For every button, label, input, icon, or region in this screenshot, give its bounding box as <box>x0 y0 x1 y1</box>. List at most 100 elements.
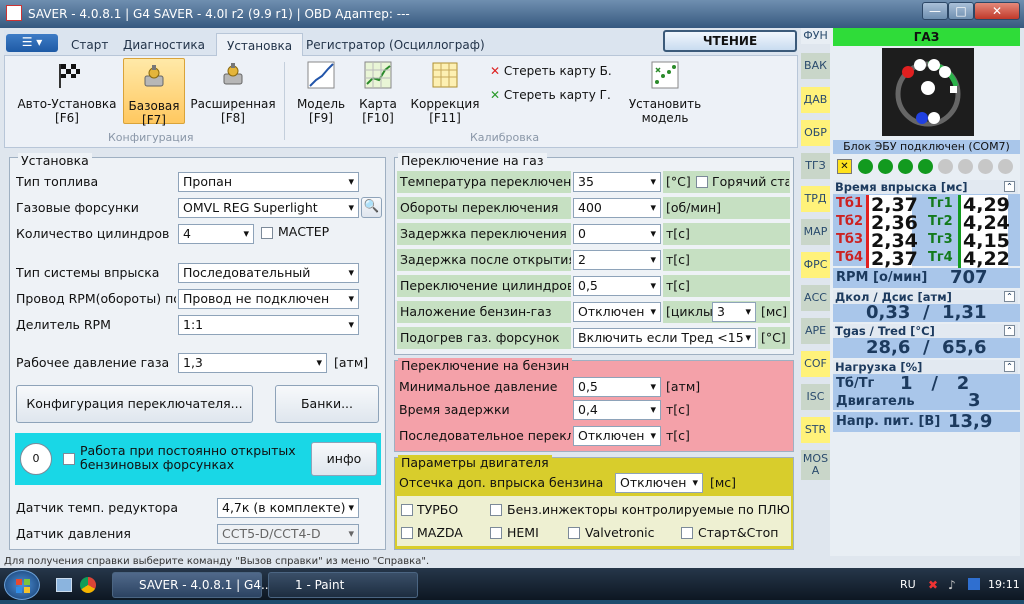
fuel-type-select[interactable]: Пропан <box>178 172 359 192</box>
pin-icon[interactable]: ⌃ <box>1004 291 1015 302</box>
pressure-sensor-select[interactable]: CCT5-D/CCT4-D <box>217 524 359 544</box>
mazda-checkbox[interactable] <box>401 527 413 539</box>
side-tab-obr[interactable]: ОБР <box>801 120 830 146</box>
cylinder-switch-select[interactable]: 0,5 <box>573 276 661 296</box>
delay-after-open-select[interactable]: 2 <box>573 250 661 270</box>
valvetronic-checkbox[interactable] <box>568 527 580 539</box>
correction-button[interactable]: Коррекция [F11] <box>408 60 482 125</box>
set-model-button[interactable]: Установить модель <box>626 60 704 125</box>
side-tab-trd[interactable]: ТРД <box>801 186 830 212</box>
injector-heat-label: Подогрев газ. форсунок <box>397 327 571 349</box>
gas-injectors-select[interactable]: OMVL REG Superlight <box>178 198 359 218</box>
side-tab-str[interactable]: STR <box>801 417 830 443</box>
volume-icon[interactable]: ♪ <box>948 578 956 592</box>
erase-petrol-map-button[interactable]: ✕ Стереть карту Б. <box>490 64 620 80</box>
taskbar-saver[interactable]: SAVER - 4.0.8.1 | G4... <box>112 572 272 598</box>
side-tab-map[interactable]: МАР <box>801 219 830 245</box>
side-tab-fun[interactable]: ФУН <box>801 28 830 44</box>
switch-leds-icon <box>895 59 961 127</box>
petrol-injectors-plus-checkbox[interactable] <box>490 504 502 516</box>
close-button[interactable]: ✕ <box>974 2 1020 20</box>
erase-gas-label: Стереть карту Г. <box>503 88 611 102</box>
switch-rpm-select[interactable]: 400 <box>573 198 661 218</box>
injector-heat-select[interactable]: Включить если Тред <15 <box>573 328 756 348</box>
banks-button[interactable]: Банки... <box>275 385 379 423</box>
pin-icon[interactable]: ⌃ <box>1004 325 1015 336</box>
switch-rpm-label: Обороты переключения <box>397 197 571 219</box>
petrol-delay-unit: т[с] <box>666 402 690 417</box>
temp-sensor-label: Датчик темп. редуктора <box>16 500 178 515</box>
maximize-button[interactable]: □ <box>948 2 974 20</box>
hot-start-checkbox[interactable] <box>696 176 708 188</box>
cutoff-select[interactable]: Отключен <box>615 473 703 493</box>
temp-sensor-select[interactable]: 4,7к (в комплекте) <box>217 498 359 518</box>
side-tab-mos[interactable]: MOS A <box>801 450 830 480</box>
cylinders-select[interactable]: 4 <box>178 224 254 244</box>
switch-config-button[interactable]: Конфигурация переключателя... <box>16 385 253 423</box>
cylinder-switch-label: Переключение цилиндров <box>397 275 571 297</box>
read-button[interactable]: ЧТЕНИЕ <box>663 30 797 52</box>
search-injectors-button[interactable]: 🔍 <box>361 197 382 218</box>
tab-recorder[interactable]: Регистратор (Осциллограф) <box>306 38 485 52</box>
overlap-select[interactable]: Отключен <box>573 302 661 322</box>
injection-system-select[interactable]: Последовательный <box>178 263 359 283</box>
petrol-delay-select[interactable]: 0,4 <box>573 400 661 420</box>
erase-gas-map-button[interactable]: ✕ Стереть карту Г. <box>490 88 620 104</box>
switch-delay-select[interactable]: 0 <box>573 224 661 244</box>
chrome-icon[interactable] <box>80 577 96 593</box>
side-tab-frs[interactable]: ФРС <box>801 252 830 278</box>
side-tab-isc[interactable]: ISC <box>801 384 830 410</box>
gas-mode-banner: ГАЗ <box>833 28 1020 46</box>
info-button[interactable]: инфо <box>311 442 377 476</box>
app-menu-button[interactable]: ☰ ▾ <box>6 34 58 52</box>
tray-app-icon[interactable] <box>968 578 980 590</box>
switch-delay-label: Задержка переключения <box>397 223 571 245</box>
hemi-checkbox[interactable] <box>490 527 502 539</box>
master-checkbox[interactable] <box>261 227 273 239</box>
turbo-checkbox[interactable] <box>401 504 413 516</box>
show-desktop-icon[interactable] <box>56 578 72 592</box>
tab-setup[interactable]: Установка <box>216 33 304 56</box>
pin-icon[interactable]: ⌃ <box>1004 181 1015 192</box>
side-tab-dav[interactable]: ДАВ <box>801 87 830 113</box>
auto-setup-button[interactable]: Авто-Установка [F6] <box>12 60 122 125</box>
gas-pressure-select[interactable]: 1,3 <box>178 353 327 373</box>
network-icon[interactable]: ✖ <box>928 578 938 592</box>
language-indicator[interactable]: RU <box>900 578 916 591</box>
load-ratio-value: 1 / 2 <box>900 373 970 394</box>
map-button[interactable]: Карта [F10] <box>355 60 401 125</box>
gas-switch-display[interactable] <box>882 48 974 136</box>
turbo-label: ТУРБО <box>417 502 459 517</box>
cycles-select[interactable]: 3 <box>712 302 756 322</box>
switch-temp-select[interactable]: 35 <box>573 172 661 192</box>
rpm-wire-select[interactable]: Провод не подключен <box>178 289 359 309</box>
clock[interactable]: 19:11 <box>988 578 1020 591</box>
side-tab-ape[interactable]: АРЕ <box>801 318 830 344</box>
sequential-switch-select[interactable]: Отключен <box>573 426 661 446</box>
level-led-8 <box>998 159 1013 174</box>
gas-switch-header: Переключение на газ <box>398 153 547 168</box>
base-config-button[interactable]: Базовая [F7] <box>123 58 185 127</box>
side-tab-cof[interactable]: СОF <box>801 351 830 377</box>
taskbar-paint[interactable]: 1 - Paint <box>268 572 418 598</box>
temp-value: 28,6 / 65,6 <box>866 337 987 358</box>
open-injectors-checkbox[interactable] <box>63 453 75 465</box>
rpm-divider-select[interactable]: 1:1 <box>178 315 359 335</box>
startstop-checkbox[interactable] <box>681 527 693 539</box>
injection-system-label: Тип системы впрыска <box>16 265 160 280</box>
start-button[interactable] <box>4 570 40 600</box>
checkered-flag-icon <box>59 64 80 88</box>
tab-start[interactable]: Старт <box>71 38 108 52</box>
min-pressure-select[interactable]: 0,5 <box>573 377 661 397</box>
advanced-config-button[interactable]: Расширенная [F8] <box>188 60 278 125</box>
tab-diagnostics[interactable]: Диагностика <box>123 38 205 52</box>
model-button[interactable]: Модель [F9] <box>292 60 350 125</box>
side-tab-tgz[interactable]: ТГЗ <box>801 153 830 179</box>
level-indicators: ✕ <box>833 156 1020 178</box>
minimize-button[interactable]: — <box>922 2 948 20</box>
pin-icon[interactable]: ⌃ <box>1004 361 1015 372</box>
windows-logo-icon <box>16 579 30 593</box>
map-label: Карта [F10] <box>359 97 397 125</box>
side-tab-vac[interactable]: ВАК <box>801 53 830 79</box>
side-tab-acc[interactable]: АСС <box>801 285 830 311</box>
